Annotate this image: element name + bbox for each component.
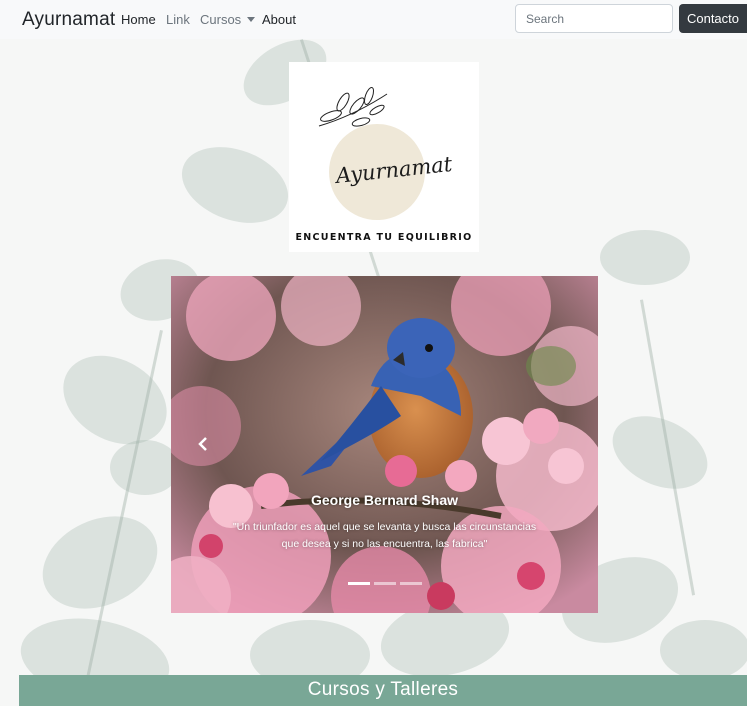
nav-link-about[interactable]: About [262, 12, 296, 27]
carousel-indicator-3[interactable] [399, 582, 422, 585]
carousel-caption-title: George Bernard Shaw [310, 492, 459, 508]
section-title: Cursos y Talleres [307, 679, 459, 700]
carousel-indicators [171, 582, 598, 585]
navbar-brand[interactable]: Ayurnamat [22, 9, 115, 31]
contacto-button[interactable]: Contacto [679, 4, 747, 33]
navbar: Ayurnamat Home Link Cursos About Contact… [0, 0, 747, 39]
section-header: Cursos y Talleres [19, 675, 747, 706]
search-input[interactable] [515, 4, 673, 33]
chevron-left-icon[interactable] [195, 436, 211, 452]
logo-card: Ayurnamat ENCUENTRA TU EQUILIBRIO [289, 62, 479, 252]
nav-link-link[interactable]: Link [166, 12, 190, 27]
bluebird-photo [171, 276, 598, 613]
carousel: George Bernard Shaw "Un triunfador es aq… [171, 276, 598, 613]
nav-link-cursos-label: Cursos [200, 12, 242, 27]
caret-down-icon [247, 17, 256, 23]
logo-tagline: ENCUENTRA TU EQUILIBRIO [295, 232, 473, 243]
carousel-caption-text: "Un triunfador es aquel que se levanta y… [232, 521, 537, 551]
nav-link-cursos-dropdown[interactable]: Cursos [200, 12, 256, 27]
nav-link-home[interactable]: Home [121, 12, 156, 27]
carousel-indicator-2[interactable] [373, 582, 396, 585]
carousel-indicator-1[interactable] [347, 582, 370, 585]
